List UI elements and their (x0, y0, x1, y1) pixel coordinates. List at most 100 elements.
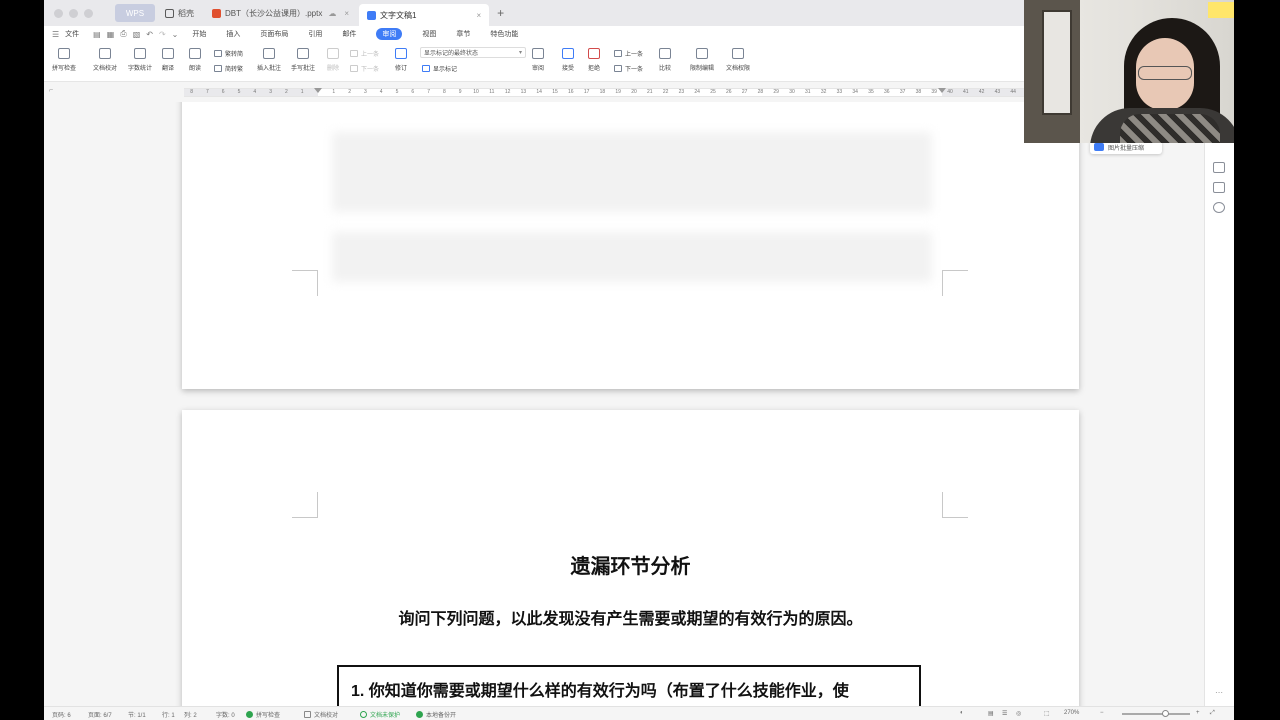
read-aloud-button[interactable]: 朗读 (189, 48, 201, 72)
comment-icon (263, 48, 275, 59)
accept-button[interactable]: 接受 (562, 48, 574, 72)
document-page[interactable] (182, 102, 1079, 389)
export-icon[interactable]: ▦ (107, 30, 115, 39)
trad-to-simp-label: 繁转简 (225, 52, 244, 58)
prev-change-button[interactable]: 上一条 (614, 49, 643, 58)
ruler-tick-label: 4 (253, 89, 257, 95)
backup-status[interactable]: 本地备份开 (416, 710, 456, 719)
document-canvas[interactable]: 遗漏环节分析 询问下列问题，以此发现没有产生需要或期望的有效行为的原因。 1. … (44, 102, 1204, 707)
ruler-tab-selector-icon[interactable]: ⌐ (49, 87, 53, 94)
zoom-in-button[interactable]: + (1196, 710, 1200, 716)
next-comment-button[interactable]: 下一条 (350, 64, 379, 73)
new-tab-button[interactable]: + (497, 6, 504, 20)
review-pane-button[interactable]: 审阅 (532, 48, 544, 72)
print-icon[interactable]: ⎙ (120, 29, 126, 39)
handwritten-comment-label: 手写批注 (291, 66, 316, 72)
restrict-edit-button[interactable]: 限制编辑 (690, 48, 714, 72)
redo-icon[interactable]: ↷ (159, 30, 166, 39)
doc-permission-button[interactable]: 文档权限 (726, 48, 750, 72)
fullscreen-icon[interactable]: ⤢ (1210, 710, 1215, 717)
menu-view[interactable]: 视图 (422, 29, 436, 39)
word-count-button[interactable]: 字数统计 (128, 48, 152, 72)
close-tab-icon[interactable]: × (476, 11, 481, 20)
window-controls (54, 8, 93, 18)
section-indicator[interactable]: 节: 1/1 (128, 710, 146, 719)
tab-pptx[interactable]: DBT（长沙公益课用）.pptx ☁ × (204, 4, 357, 22)
ruler-tick-label: 7 (206, 89, 209, 95)
delete-comment-button[interactable]: 删除 (327, 48, 339, 72)
spell-check-status[interactable]: 拼写检查 (246, 710, 280, 719)
ruler-bar[interactable]: 8 7 6 5 4 3 2 1 1 2 3 4 5 6 7 8 9 10 11 12 13 14 15 16 17 18 19 20 2… (184, 88, 1024, 97)
format-panel-icon[interactable] (1213, 162, 1225, 173)
tab-document[interactable]: 文字文稿1 × (359, 4, 490, 26)
close-window-button[interactable] (54, 8, 63, 18)
menu-page-layout[interactable]: 页面布局 (260, 29, 288, 39)
word-count-indicator[interactable]: 字数: 0 (216, 710, 235, 719)
document-page[interactable]: 遗漏环节分析 询问下列问题，以此发现没有产生需要或期望的有效行为的原因。 1. … (182, 410, 1079, 707)
spell-check-label: 拼写检查 (52, 66, 77, 72)
word-count-icon (134, 48, 146, 59)
undo-icon[interactable]: ↶ (146, 30, 153, 39)
compare-button[interactable]: 比较 (659, 48, 671, 72)
zoom-level[interactable]: 270% (1064, 710, 1079, 716)
menu-chapter[interactable]: 章节 (456, 29, 470, 39)
web-view-icon[interactable]: ◎ (1016, 710, 1021, 717)
markup-view-select[interactable]: 显示标记的最终状态 ▾ (420, 47, 526, 58)
minimize-window-button[interactable] (69, 8, 78, 18)
review-panel-icon[interactable] (1213, 182, 1225, 193)
handwritten-comment-button[interactable]: 手写批注 (291, 48, 315, 72)
accept-icon (562, 48, 574, 59)
insert-comment-button[interactable]: 插入批注 (257, 48, 281, 72)
hamburger-menu-icon[interactable]: ☰ (52, 30, 59, 39)
menu-insert[interactable]: 插入 (226, 29, 240, 39)
doc-proof-button[interactable]: 文档校对 (93, 48, 117, 72)
ruler-tick-label: 34 (852, 89, 858, 95)
page-number[interactable]: 页码: 6 (52, 710, 71, 719)
backup-icon (416, 711, 423, 718)
next-change-button[interactable]: 下一条 (614, 64, 643, 73)
close-tab-icon[interactable]: × (344, 9, 349, 18)
ellipsis-icon[interactable]: ⋯ (1215, 688, 1223, 697)
page-count[interactable]: 页面: 6/7 (88, 710, 112, 719)
crop-mark (942, 492, 968, 518)
horizontal-ruler[interactable]: ⌐ 8 7 6 5 4 3 2 1 1 2 3 4 5 6 7 8 9 10 11 12 13 14 15 16 17 18 19 2… (44, 82, 1024, 102)
ruler-tick-label: 27 (741, 89, 748, 95)
zoom-slider-handle[interactable] (1162, 710, 1169, 717)
menu-special-features[interactable]: 特色功能 (490, 29, 518, 39)
menu-references[interactable]: 引用 (308, 29, 322, 39)
preview-icon[interactable]: ▧ (133, 30, 141, 39)
maximize-window-button[interactable] (84, 8, 93, 18)
menu-home[interactable]: 开始 (192, 29, 206, 39)
zoom-out-button[interactable]: − (1100, 710, 1104, 716)
tab-wps-home[interactable]: WPS (115, 4, 155, 22)
tab-daoke[interactable]: 稻壳 (157, 4, 202, 22)
status-bar: 页码: 6 页面: 6/7 节: 1/1 行: 1 列: 2 字数: 0 拼写检… (44, 706, 1234, 720)
protection-status[interactable]: 文档未保护 (360, 710, 400, 719)
fit-page-icon[interactable]: ⬚ (1044, 710, 1050, 717)
spell-check-button[interactable]: 拼写检查 (52, 48, 76, 72)
menu-review[interactable]: 审阅 (376, 28, 403, 40)
track-changes-button[interactable]: 修订 (395, 48, 407, 72)
menu-mail[interactable]: 邮件 (342, 29, 356, 39)
right-indent-marker[interactable] (938, 88, 946, 93)
word-count-label: 字数统计 (128, 66, 153, 72)
menu-file[interactable]: 文件 (65, 29, 79, 39)
doc-proof-status[interactable]: 文档校对 (304, 710, 338, 719)
save-icon[interactable]: ▤ (93, 30, 101, 39)
history-icon[interactable] (1213, 202, 1225, 213)
prev-comment-button[interactable]: 上一条 (350, 49, 379, 58)
trad-to-simp-button[interactable]: 繁转简 (214, 49, 243, 58)
first-line-indent-marker[interactable] (314, 88, 322, 93)
reject-button[interactable]: 拒绝 (588, 48, 600, 72)
more-icon[interactable]: ⌄ (172, 30, 179, 39)
eye-protection-icon[interactable]: ◐ (960, 710, 964, 716)
simp-to-trad-label: 简转繁 (225, 67, 244, 73)
outline-view-icon[interactable]: ☰ (1002, 710, 1007, 717)
trad-simp-icon (214, 50, 222, 57)
translate-button[interactable]: 翻译 (162, 48, 174, 72)
page-view-icon[interactable]: ▤ (988, 710, 994, 717)
cloud-icon: ☁ (328, 8, 337, 18)
show-markup-button[interactable]: 显示标记 (422, 64, 457, 73)
zoom-slider[interactable] (1122, 713, 1190, 715)
simp-to-trad-button[interactable]: 简转繁 (214, 64, 243, 73)
